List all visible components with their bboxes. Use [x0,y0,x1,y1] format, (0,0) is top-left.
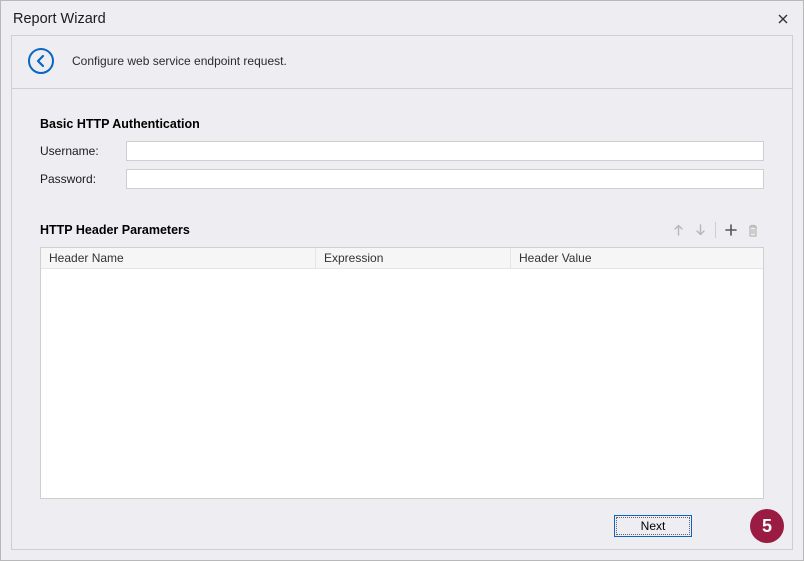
next-button[interactable]: Next [614,515,692,537]
footer: Next [614,515,776,537]
auth-section-title: Basic HTTP Authentication [40,117,764,131]
content: Basic HTTP Authentication Username: Pass… [12,89,792,499]
wizard-body: Configure web service endpoint request. … [11,35,793,550]
trash-icon [747,224,759,237]
username-row: Username: [40,141,764,161]
close-button[interactable] [773,9,793,29]
delete-button[interactable] [742,219,764,241]
col-header-expression[interactable]: Expression [316,248,511,268]
plus-icon [725,224,737,236]
wizard-window: Report Wizard Configure web service endp… [0,0,804,561]
close-icon [778,14,788,24]
add-button[interactable] [720,219,742,241]
password-row: Password: [40,169,764,189]
col-header-value[interactable]: Header Value [511,248,763,268]
back-button[interactable] [28,48,54,74]
username-input[interactable] [126,141,764,161]
banner-text: Configure web service endpoint request. [72,54,287,68]
headers-toolbar [667,219,764,241]
password-label: Password: [40,172,126,186]
banner: Configure web service endpoint request. [12,36,792,89]
placeholder-button [698,515,776,537]
move-up-button[interactable] [667,219,689,241]
headers-header: HTTP Header Parameters [40,219,764,241]
arrow-down-icon [695,224,706,236]
back-arrow-icon [34,54,48,68]
grid-header-row: Header Name Expression Header Value [41,248,763,269]
window-title: Report Wizard [13,11,106,27]
move-down-button[interactable] [689,219,711,241]
col-header-name[interactable]: Header Name [41,248,316,268]
grid-body[interactable] [41,269,763,498]
titlebar: Report Wizard [1,1,803,35]
toolbar-separator [715,222,716,238]
headers-grid[interactable]: Header Name Expression Header Value [40,247,764,499]
password-input[interactable] [126,169,764,189]
headers-section-title: HTTP Header Parameters [40,223,190,237]
arrow-up-icon [673,224,684,236]
username-label: Username: [40,144,126,158]
